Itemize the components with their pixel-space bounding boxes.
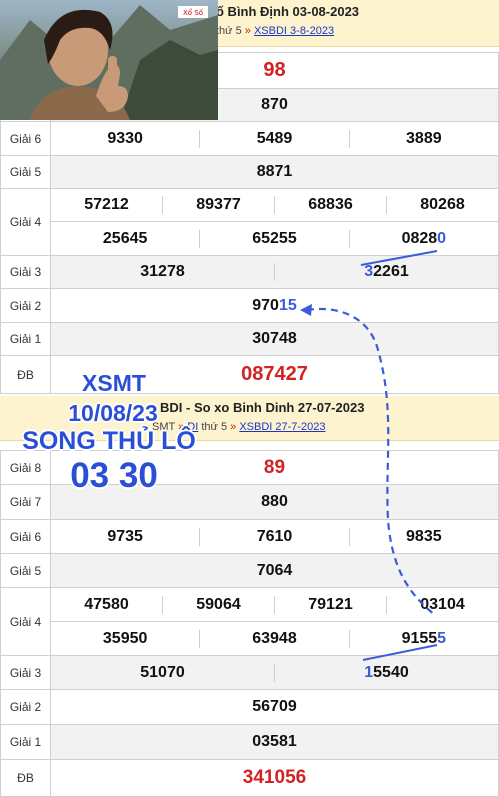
bottom-g3-value-2-rest: 5540 (373, 663, 409, 681)
bottom-g3-cell: 51070 1 5540 (50, 655, 499, 690)
top-g4-value-2: 89377 (162, 196, 274, 214)
top-g2-highlight: 15 (278, 296, 297, 314)
top-g6-label: Giải 6 (0, 121, 51, 156)
bottom-g4-value-5: 35950 (102, 629, 148, 647)
bottom-g4-value-1: 47580 (84, 595, 129, 613)
overlay-line-xsmt: XSMT (82, 370, 146, 396)
bottom-g4-value-2: 59064 (162, 595, 274, 614)
bottom-breadcrumb-link-date[interactable]: XSBDI 27-7-2023 (239, 421, 325, 433)
overlay-line-song-thu-lo: SONG THỦ LÔ (22, 427, 196, 455)
bottom-g5-label: Giải 5 (0, 553, 51, 588)
top-g5-value: 8871 (50, 155, 499, 189)
bottom-g1-value: 03581 (50, 724, 499, 760)
overlay-line-numbers: 03 30 (70, 456, 158, 495)
top-g4-value-5: 25645 (102, 229, 148, 247)
top-result-title: ố Bình Định 03-08-2023 (216, 4, 360, 19)
top-g2-label: Giải 2 (0, 288, 51, 323)
bottom-g4-value-6: 63948 (199, 629, 348, 648)
top-g3-value-2: 3 2261 (274, 263, 498, 281)
top-g4-value-7: 0828 0 (348, 229, 498, 248)
bottom-g4-value-3: 79121 (274, 595, 386, 614)
top-g1-label: Giải 1 (0, 322, 51, 356)
bottom-g6-value-2: 7610 (199, 527, 348, 546)
top-g3-cell: 31278 3 2261 (50, 255, 499, 289)
bottom-g4-value-4: 03104 (386, 595, 498, 614)
bottom-g2-value: 56709 (50, 689, 499, 725)
top-g4-value-7-plain: 0828 (401, 229, 438, 247)
person-photo-drawing: Xổ Số (0, 5, 218, 120)
top-g3-value-2-rest: 2261 (373, 263, 409, 280)
bottom-g4-value-7-plain: 9155 (401, 629, 438, 647)
overlay-line-date: 10/08/23 (68, 400, 158, 426)
top-breadcrumb-link-date[interactable]: XSBDI 3-8-2023 (254, 25, 334, 37)
bottom-db-label: ĐB (0, 759, 51, 797)
top-g6-value-1: 9330 (107, 129, 143, 147)
top-breadcrumb-link-day[interactable]: thứ 5 (216, 25, 242, 37)
top-g1-value: 30748 (50, 322, 499, 356)
bottom-g4-value-7: 9155 5 (348, 629, 498, 648)
bottom-g6-value-3: 9835 (348, 527, 498, 546)
bottom-g5-value: 7064 (50, 553, 499, 588)
top-g2-value: 97015 (50, 288, 499, 323)
top-g5-label: Giải 5 (0, 155, 51, 189)
bottom-g6-value-1: 9735 (107, 527, 143, 545)
top-g4-value-7-highlight: 0 (437, 229, 447, 247)
bottom-g4-label: Giải 4 (0, 587, 51, 656)
top-g6-value-3: 3889 (348, 129, 498, 148)
top-g4-value-4: 80268 (386, 196, 498, 214)
top-g3-value-2-highlight: 3 (364, 263, 374, 280)
bottom-db-value: 341056 (50, 759, 499, 797)
top-g4-value-1: 57212 (84, 196, 129, 213)
top-g4-value-3: 68836 (274, 196, 386, 214)
bottom-g2-label: Giải 2 (0, 689, 51, 725)
top-g4-row1: 57212 89377 68836 80268 (50, 188, 499, 222)
bottom-g1-label: Giải 1 (0, 724, 51, 760)
bottom-g6-label: Giải 6 (0, 519, 51, 554)
bottom-g3-value-1: 51070 (140, 663, 185, 681)
top-g4-row2: 25645 65255 0828 0 (50, 221, 499, 256)
bottom-g3-value-2-highlight: 1 (364, 663, 374, 681)
bottom-g4-row2: 35950 63948 9155 5 (50, 621, 499, 656)
bottom-g6-cell: 9735 7610 9835 (50, 519, 499, 554)
bottom-g3-label: Giải 3 (0, 655, 51, 690)
bottom-g4-row1: 47580 59064 79121 03104 (50, 587, 499, 622)
bottom-result-table: Giải 8 89 Giải 7 880 Giải 6 9735 7610 98… (0, 450, 499, 797)
bottom-g4-value-7-highlight: 5 (437, 629, 447, 647)
top-result-breadcrumb: thứ 5 » XSBDI 3-8-2023 (216, 25, 335, 37)
bottom-g3-value-2: 1 5540 (274, 663, 498, 682)
top-g2-plain: 970 (252, 296, 279, 314)
top-g3-label: Giải 3 (0, 255, 51, 289)
top-g3-value-1: 31278 (140, 263, 185, 280)
top-g6-cell: 9330 5489 3889 (50, 121, 499, 156)
photo-logo-text: Xổ Số (183, 8, 204, 17)
top-g4-value-6: 65255 (199, 229, 348, 248)
top-g4-label: Giải 4 (0, 188, 51, 256)
top-g6-value-2: 5489 (199, 129, 348, 148)
person-thumbs-up-photo: Xổ Số (0, 0, 218, 120)
